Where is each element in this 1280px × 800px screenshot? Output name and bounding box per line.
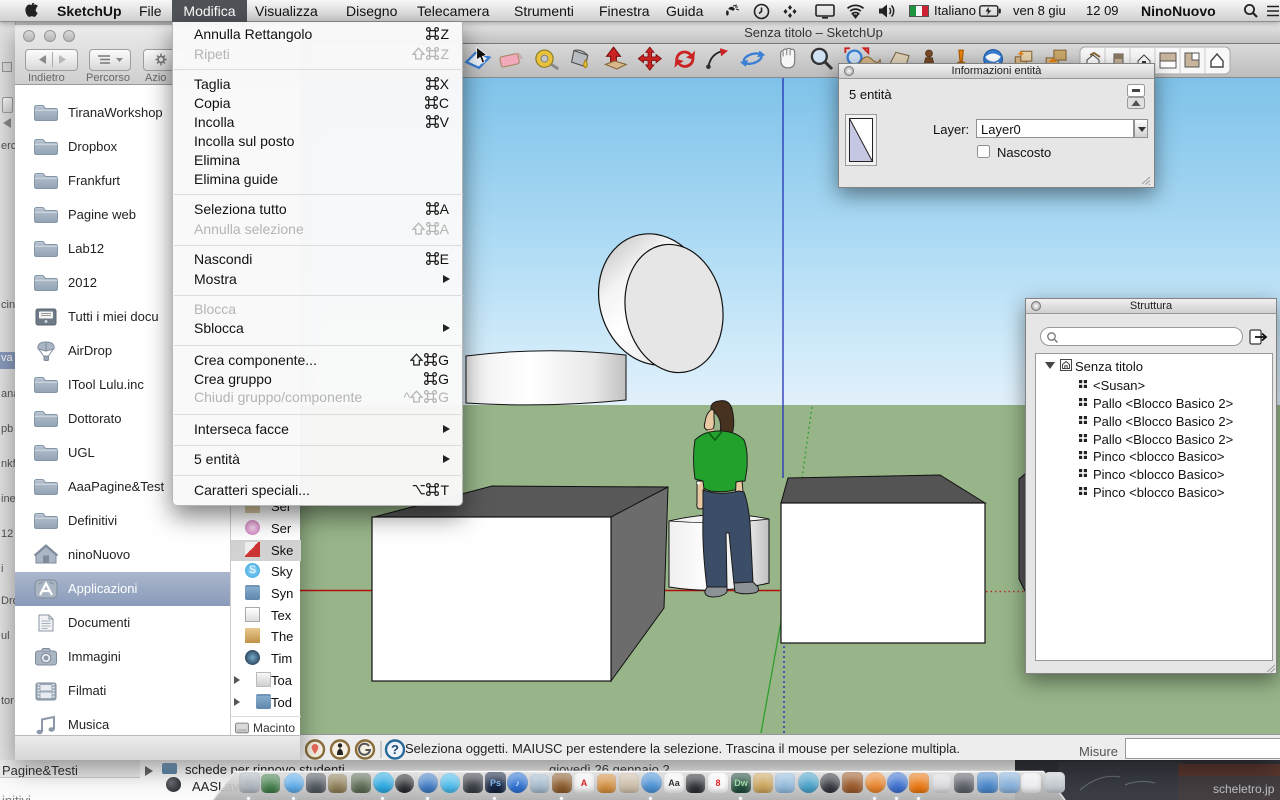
svg-text:?: ? — [391, 742, 399, 757]
